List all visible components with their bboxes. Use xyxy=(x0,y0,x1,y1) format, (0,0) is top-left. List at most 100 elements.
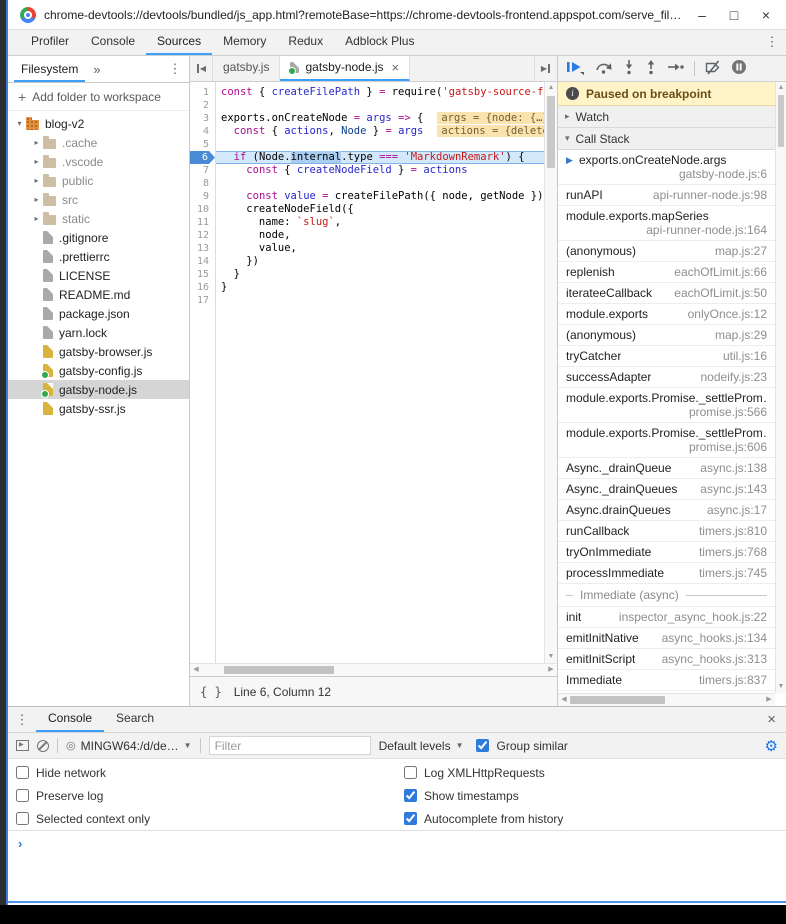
stack-frame-init[interactable]: initinspector_async_hook.js:22 xyxy=(558,607,775,628)
minimize-button[interactable]: – xyxy=(686,0,718,30)
editor-tab-gatsby-node-js[interactable]: gatsby-node.js× xyxy=(280,56,410,81)
scrollbar-thumb[interactable] xyxy=(224,666,334,674)
tree-item--gitignore[interactable]: .gitignore xyxy=(8,228,189,247)
console-settings-gear-icon[interactable] xyxy=(765,737,778,755)
tree-item-gatsby-browser-js[interactable]: gatsby-browser.js xyxy=(8,342,189,361)
code-line-3[interactable]: exports.onCreateNode = args => {args = {… xyxy=(216,112,544,125)
next-tabs-icon[interactable]: ▶ xyxy=(534,56,557,81)
code-line-1[interactable]: const { createFilePath } = require('gats… xyxy=(216,86,544,99)
scroll-down-icon[interactable]: ▼ xyxy=(776,681,786,693)
step-out-button[interactable] xyxy=(645,59,657,78)
tree-item-static[interactable]: ▸static xyxy=(8,209,189,228)
add-folder-button[interactable]: Add folder to workspace xyxy=(8,83,189,111)
filter-input[interactable] xyxy=(209,736,371,755)
editor-tab-gatsby-js[interactable]: gatsby.js xyxy=(213,56,280,81)
checkbox-autocomplete-from-history[interactable] xyxy=(404,812,417,825)
scroll-right-icon[interactable]: ▶ xyxy=(545,664,557,676)
code-line-5[interactable] xyxy=(216,138,544,151)
tree-item-package-json[interactable]: package.json xyxy=(8,304,189,323)
scroll-right-icon[interactable]: ▶ xyxy=(763,694,775,706)
step-button[interactable] xyxy=(667,60,684,77)
stack-frame-runapi[interactable]: runAPIapi-runner-node.js:98 xyxy=(558,185,775,206)
line-number-gutter[interactable]: 1234567891011121314151617 xyxy=(190,82,216,663)
scroll-down-icon[interactable]: ▼ xyxy=(545,651,557,663)
code-line-2[interactable] xyxy=(216,99,544,112)
breakpoint-line-marker[interactable]: 6 xyxy=(190,151,215,164)
tree-item-gatsby-node-js[interactable]: gatsby-node.js xyxy=(8,380,189,399)
tab-console[interactable]: Console xyxy=(36,707,104,732)
stack-frame-successadapter[interactable]: successAdapternodeify.js:23 xyxy=(558,367,775,388)
stack-frame-runcallback[interactable]: runCallbacktimers.js:810 xyxy=(558,521,775,542)
console-output[interactable]: › xyxy=(8,831,786,903)
code-line-4[interactable]: const { actions, Node } = argsactions = … xyxy=(216,125,544,138)
group-similar-checkbox[interactable] xyxy=(476,739,489,752)
editor-vertical-scrollbar[interactable]: ▲ ▼ xyxy=(544,82,557,663)
close-drawer-icon[interactable]: × xyxy=(767,711,776,728)
tab-redux[interactable]: Redux xyxy=(277,30,334,55)
code-line-11[interactable]: name: `slug`, xyxy=(216,216,544,229)
code-line-8[interactable] xyxy=(216,177,544,190)
clear-console-icon[interactable] xyxy=(37,740,49,752)
stack-frame-iterateecallback[interactable]: iterateeCallbackeachOfLimit.js:50 xyxy=(558,283,775,304)
code-line-15[interactable]: } xyxy=(216,268,544,281)
editor-horizontal-scrollbar[interactable]: ◀ ▶ xyxy=(190,663,557,676)
stack-frame-emitinitscript[interactable]: emitInitScriptasync_hooks.js:313 xyxy=(558,649,775,670)
maximize-button[interactable]: □ xyxy=(718,0,750,30)
code-line-10[interactable]: createNodeField({ xyxy=(216,203,544,216)
tab-sources[interactable]: Sources xyxy=(146,30,212,55)
checkbox-hide-network[interactable] xyxy=(16,766,29,779)
stack-frame-tryonimmediate[interactable]: tryOnImmediatetimers.js:768 xyxy=(558,542,775,563)
overflow-tabs-icon[interactable] xyxy=(93,62,100,77)
stack-frame-trycatcher[interactable]: tryCatcherutil.js:16 xyxy=(558,346,775,367)
stack-frame-replenish[interactable]: replenisheachOfLimit.js:66 xyxy=(558,262,775,283)
stack-frame-module-exports-promise-settleprom-[interactable]: module.exports.Promise._settleProm…promi… xyxy=(558,423,775,458)
tab-profiler[interactable]: Profiler xyxy=(20,30,80,55)
scroll-left-icon[interactable]: ◀ xyxy=(190,664,202,676)
code-line-12[interactable]: node, xyxy=(216,229,544,242)
scrollbar-thumb[interactable] xyxy=(570,696,665,704)
step-over-button[interactable] xyxy=(595,60,613,78)
stack-frame-module-exports-promise-settleprom-[interactable]: module.exports.Promise._settleProm…promi… xyxy=(558,388,775,423)
tab-filesystem[interactable]: Filesystem xyxy=(14,56,85,82)
step-into-button[interactable] xyxy=(623,59,635,78)
deactivate-breakpoints-button[interactable] xyxy=(705,60,721,78)
tree-item-gatsby-ssr-js[interactable]: gatsby-ssr.js xyxy=(8,399,189,418)
tree-item-gatsby-config-js[interactable]: gatsby-config.js xyxy=(8,361,189,380)
code-line-7[interactable]: const { createNodeField } = actions xyxy=(216,164,544,177)
tree-item-blog-v2[interactable]: ▾blog-v2 xyxy=(8,114,189,133)
scrollbar-thumb[interactable] xyxy=(547,96,555,168)
tab-console[interactable]: Console xyxy=(80,30,146,55)
stack-frame-module-exports[interactable]: module.exportsonlyOnce.js:12 xyxy=(558,304,775,325)
context-selector[interactable]: MINGW64:/d/de… ▼ xyxy=(66,739,192,753)
stack-frame-immediate[interactable]: Immediatetimers.js:837 xyxy=(558,670,775,691)
checkbox-preserve-log[interactable] xyxy=(16,789,29,802)
code-line-17[interactable] xyxy=(216,294,544,307)
resume-button[interactable] xyxy=(566,60,585,78)
tree-item--vscode[interactable]: ▸.vscode xyxy=(8,152,189,171)
stack-frame-module-exports-mapseries[interactable]: module.exports.mapSeriesapi-runner-node.… xyxy=(558,206,775,241)
stack-frame--anonymous-[interactable]: (anonymous)map.js:29 xyxy=(558,325,775,346)
more-options-icon[interactable] xyxy=(764,34,780,50)
watch-section-header[interactable]: ▸ Watch xyxy=(558,106,775,128)
stack-frame-processimmediate[interactable]: processImmediatetimers.js:745 xyxy=(558,563,775,584)
stack-frame-emitinitnative[interactable]: emitInitNativeasync_hooks.js:134 xyxy=(558,628,775,649)
stack-frame-exports-oncreatenode-args[interactable]: ▶exports.onCreateNode.argsgatsby-node.js… xyxy=(558,150,775,185)
close-tab-icon[interactable]: × xyxy=(392,56,400,79)
code-line-13[interactable]: value, xyxy=(216,242,544,255)
tab-adblock-plus[interactable]: Adblock Plus xyxy=(334,30,425,55)
stack-frame--anonymous-[interactable]: (anonymous)map.js:27 xyxy=(558,241,775,262)
callstack-vertical-scrollbar[interactable]: ▲ ▼ xyxy=(775,82,786,693)
tree-item--prettierrc[interactable]: .prettierrc xyxy=(8,247,189,266)
code-lines[interactable]: const { createFilePath } = require('gats… xyxy=(216,82,544,663)
close-window-button[interactable]: × xyxy=(750,0,782,30)
callstack-horizontal-scrollbar[interactable]: ◀ ▶ xyxy=(558,693,775,706)
tab-memory[interactable]: Memory xyxy=(212,30,277,55)
code-line-14[interactable]: }) xyxy=(216,255,544,268)
tree-item-public[interactable]: ▸public xyxy=(8,171,189,190)
stack-frame-async-drainqueues[interactable]: Async._drainQueuesasync.js:143 xyxy=(558,479,775,500)
tree-item-yarn-lock[interactable]: yarn.lock xyxy=(8,323,189,342)
log-levels-selector[interactable]: Default levels ▼ xyxy=(379,739,464,753)
tree-item-readme-md[interactable]: README.md xyxy=(8,285,189,304)
tree-item--cache[interactable]: ▸.cache xyxy=(8,133,189,152)
scroll-left-icon[interactable]: ◀ xyxy=(558,694,570,706)
